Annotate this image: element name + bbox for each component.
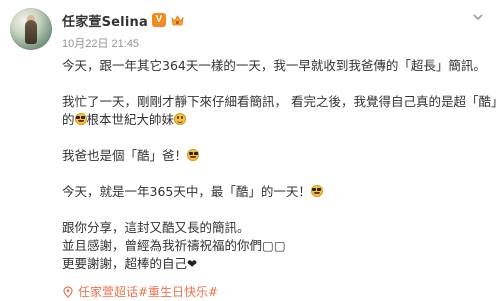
post-line-5-text: 今天，就是一年365天中，最「酷」的一天！ <box>62 184 311 199</box>
smile-face-emoji-icon <box>174 113 187 125</box>
post-line-7: 並且感謝，曾經為我祈禱祝福的你們▢▢ <box>62 237 487 255</box>
post-line-8-text: 更要謝謝，超棒的自己 <box>62 256 188 271</box>
post-line-2: 我忙了一天，剛剛才靜下來仔細看簡訊， 看完之後，我覺得自己真的是超「酷」 <box>62 94 497 109</box>
vip-badge-icon <box>170 13 185 27</box>
cool-face-emoji-icon <box>74 113 87 125</box>
verified-badge-icon: V <box>151 13 166 27</box>
missing-glyph-squares: ▢▢ <box>262 238 286 253</box>
chevron-down-icon[interactable] <box>469 10 487 28</box>
topic-text[interactable]: 任家萱超话#重生日快乐# <box>78 283 218 300</box>
post-timestamp[interactable]: 10月22日 21:45 <box>62 35 139 51</box>
post-line-3-text: 根本世紀大帥妹 <box>86 112 175 127</box>
post-line-3: 的根本世紀大帥妹 <box>62 111 487 129</box>
username-link[interactable]: 任家萱Selina <box>62 11 148 30</box>
location-pin-icon <box>62 285 74 298</box>
post-line-3-prefix: 的 <box>62 112 75 127</box>
post-content: 今天，跟一年其它364天一樣的一天，我一早就收到我爸傳的「超長」簡訊。 我忙了一… <box>62 57 497 273</box>
post-line-4-text: 我爸也是個「酷」爸！ <box>62 148 188 163</box>
post-line-6: 跟你分享，這封又酷又長的簡訊。 <box>62 220 250 235</box>
weibo-post: 任家萱Selina V 10月22日 21:45 今天，跟一年其它364天一樣的… <box>0 0 497 301</box>
avatar[interactable] <box>10 8 52 50</box>
avatar-figure <box>25 20 37 44</box>
topic-link[interactable]: 任家萱超话#重生日快乐# <box>62 283 218 300</box>
cool-face-emoji-icon <box>310 185 323 197</box>
post-line-5: 今天，就是一年365天中，最「酷」的一天！ <box>62 183 487 201</box>
post-line-1: 今天，跟一年其它364天一樣的一天，我一早就收到我爸傳的「超長」簡訊。 <box>62 58 486 73</box>
cool-face-emoji-icon <box>187 149 200 161</box>
post-line-8: 更要謝謝，超棒的自己❤ <box>62 255 487 273</box>
heart-icon: ❤ <box>187 257 198 271</box>
post-line-4: 我爸也是個「酷」爸！ <box>62 147 487 165</box>
author-row: 任家萱Selina V <box>62 11 185 30</box>
post-line-7-text: 並且感謝，曾經為我祈禱祝福的你們 <box>62 238 263 253</box>
